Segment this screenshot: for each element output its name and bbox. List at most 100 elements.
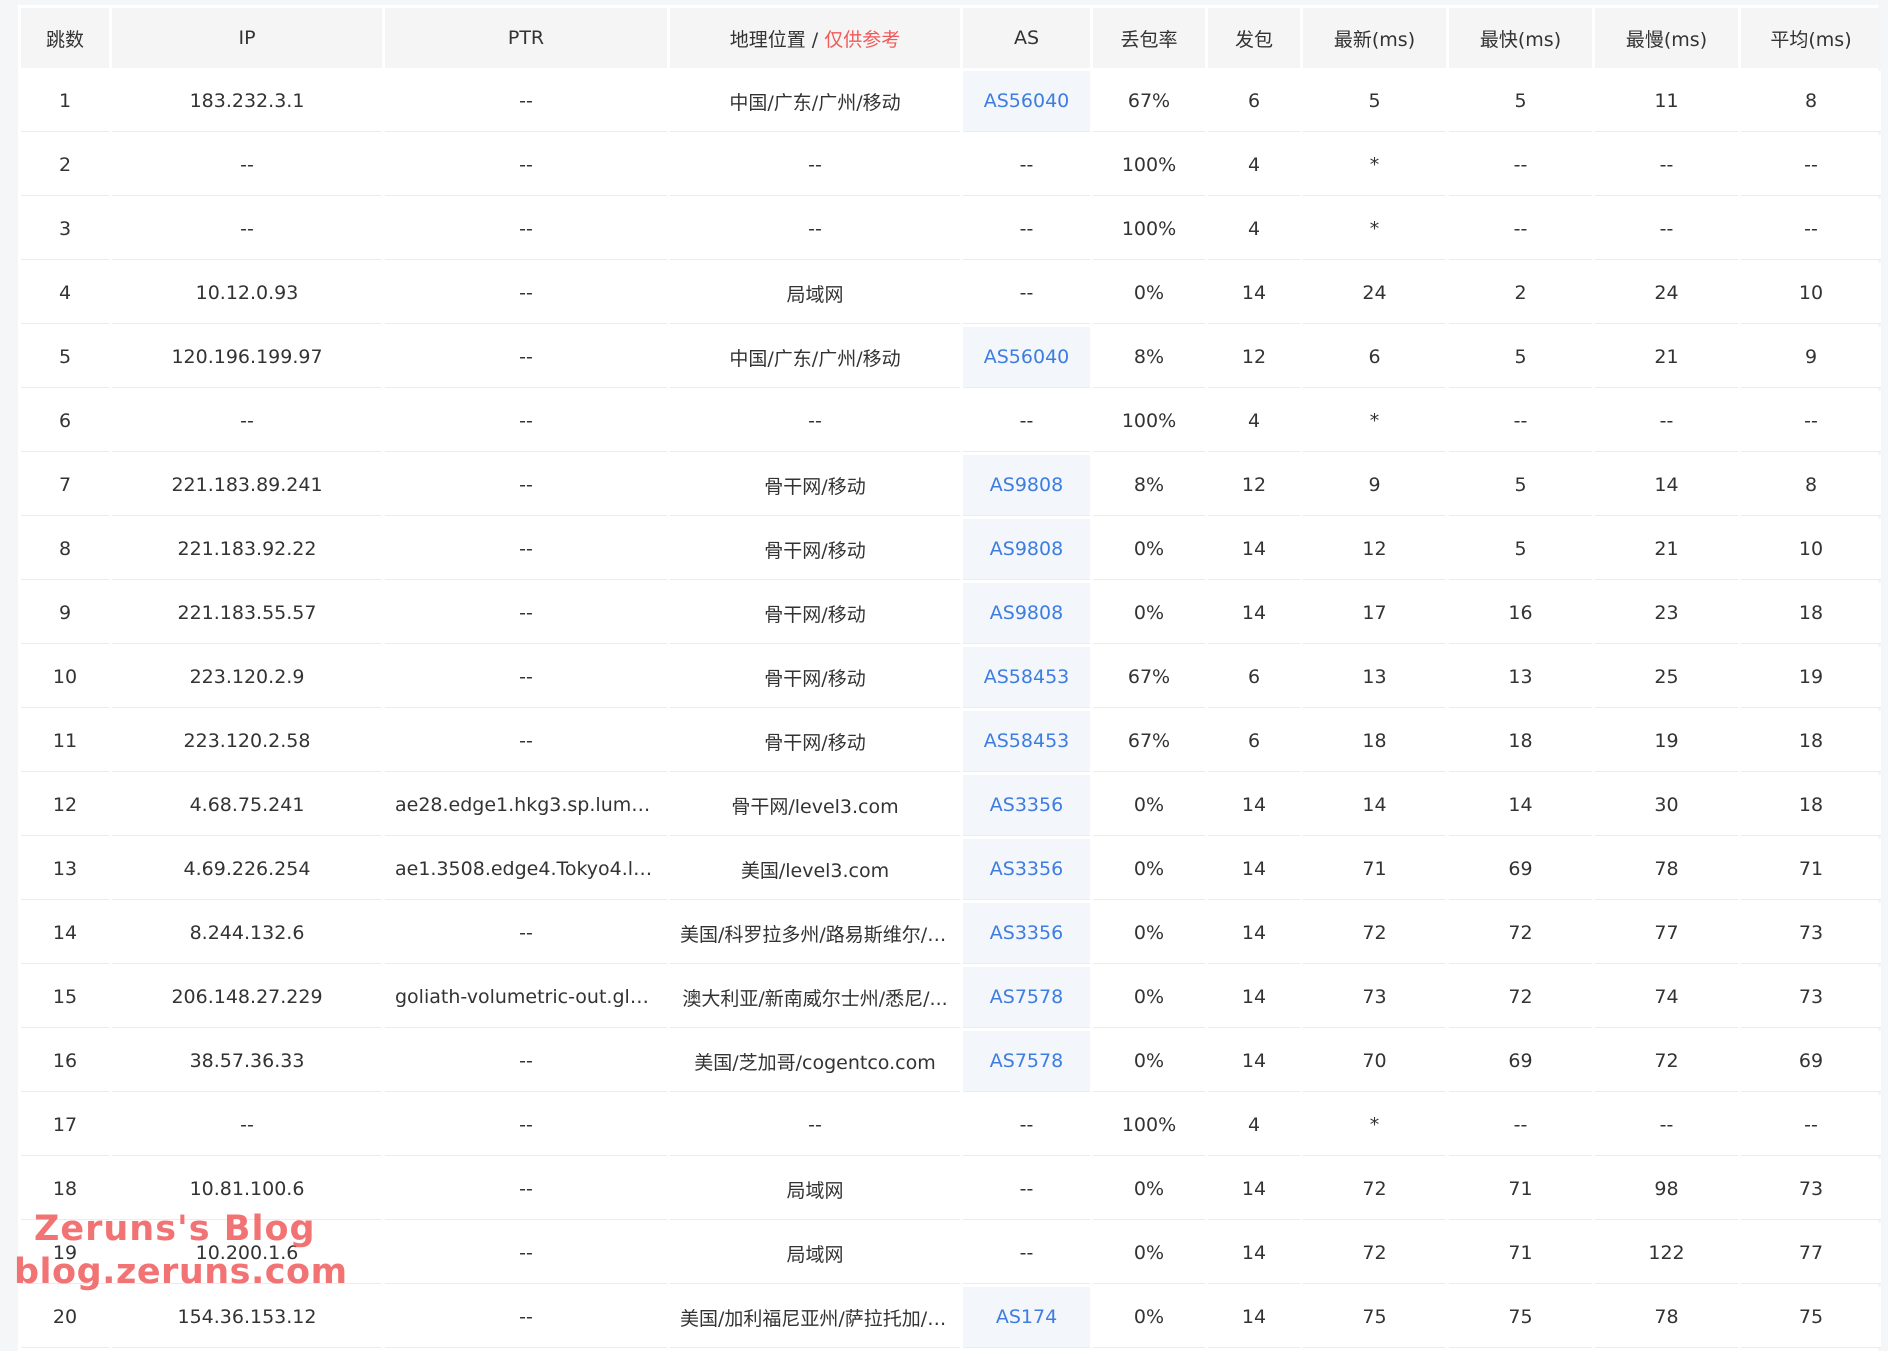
as-link[interactable]: AS56040 [984, 90, 1070, 112]
as-link[interactable]: AS3356 [990, 922, 1063, 944]
as-link[interactable]: AS58453 [984, 666, 1070, 688]
cell-sent: 14 [1208, 839, 1300, 900]
table-row: 18 10.81.100.6 -- 局域网 -- 0% 14 72 71 98 73 [21, 1159, 1881, 1220]
cell-avg: -- [1741, 1095, 1881, 1156]
cell-as: -- [963, 391, 1090, 452]
cell-hop: 8 [21, 519, 109, 580]
cell-hop: 20 [21, 1287, 109, 1348]
cell-best: 72 [1449, 903, 1592, 964]
cell-hop: 6 [21, 391, 109, 452]
cell-worst: 77 [1595, 903, 1738, 964]
cell-ptr: -- [385, 1223, 667, 1284]
cell-ip: 221.183.89.241 [112, 455, 382, 516]
cell-ptr: -- [385, 711, 667, 772]
cell-hop: 18 [21, 1159, 109, 1220]
cell-loss: 100% [1093, 391, 1205, 452]
cell-geo: 骨干网/移动 [670, 647, 960, 708]
col-header-loss[interactable]: 丢包率 [1093, 8, 1205, 68]
cell-avg: 71 [1741, 839, 1881, 900]
cell-avg: 10 [1741, 519, 1881, 580]
col-header-hop[interactable]: 跳数 [21, 8, 109, 68]
as-link[interactable]: AS7578 [990, 986, 1063, 1008]
as-link[interactable]: AS56040 [984, 346, 1070, 368]
cell-ip: -- [112, 1095, 382, 1156]
cell-sent: 4 [1208, 391, 1300, 452]
as-link[interactable]: AS9808 [990, 538, 1063, 560]
cell-loss: 0% [1093, 903, 1205, 964]
cell-avg: 18 [1741, 711, 1881, 772]
as-link[interactable]: AS3356 [990, 794, 1063, 816]
cell-best: 14 [1449, 775, 1592, 836]
cell-as: -- [963, 1095, 1090, 1156]
table-row: 4 10.12.0.93 -- 局域网 -- 0% 14 24 2 24 10 [21, 263, 1881, 324]
cell-avg: 77 [1741, 1223, 1881, 1284]
cell-ptr: goliath-volumetric-out.glob... [385, 967, 667, 1028]
cell-geo: -- [670, 391, 960, 452]
cell-as: -- [963, 1159, 1090, 1220]
as-link[interactable]: AS174 [996, 1306, 1057, 1328]
cell-loss: 0% [1093, 775, 1205, 836]
cell-geo: 美国/加利福尼亚州/萨拉托加/c... [670, 1287, 960, 1348]
cell-worst: 30 [1595, 775, 1738, 836]
cell-geo: -- [670, 199, 960, 260]
cell-loss: 8% [1093, 327, 1205, 388]
cell-ip: -- [112, 199, 382, 260]
as-link[interactable]: AS9808 [990, 474, 1063, 496]
cell-worst: 23 [1595, 583, 1738, 644]
col-header-avg[interactable]: 平均(ms) [1741, 8, 1881, 68]
cell-last: 75 [1303, 1287, 1446, 1348]
cell-ptr: -- [385, 71, 667, 132]
cell-ip: 38.57.36.33 [112, 1031, 382, 1092]
as-link[interactable]: AS7578 [990, 1050, 1063, 1072]
cell-last: 24 [1303, 263, 1446, 324]
cell-hop: 16 [21, 1031, 109, 1092]
col-header-ip[interactable]: IP [112, 8, 382, 68]
cell-worst: -- [1595, 199, 1738, 260]
as-link[interactable]: AS3356 [990, 858, 1063, 880]
cell-as: AS3356 [963, 903, 1090, 964]
cell-sent: 14 [1208, 583, 1300, 644]
col-header-sent[interactable]: 发包 [1208, 8, 1300, 68]
cell-best: 71 [1449, 1223, 1592, 1284]
cell-last: 72 [1303, 1223, 1446, 1284]
cell-last: 73 [1303, 967, 1446, 1028]
cell-best: 69 [1449, 839, 1592, 900]
cell-ip: 10.200.1.6 [112, 1223, 382, 1284]
cell-ptr: -- [385, 1159, 667, 1220]
cell-ip: 223.120.2.9 [112, 647, 382, 708]
cell-best: 75 [1449, 1287, 1592, 1348]
cell-ptr: -- [385, 519, 667, 580]
cell-ip: 4.68.75.241 [112, 775, 382, 836]
cell-worst: 78 [1595, 1287, 1738, 1348]
cell-sent: 14 [1208, 775, 1300, 836]
cell-best: 13 [1449, 647, 1592, 708]
cell-hop: 2 [21, 135, 109, 196]
cell-last: 72 [1303, 1159, 1446, 1220]
col-header-best[interactable]: 最快(ms) [1449, 8, 1592, 68]
cell-last: * [1303, 135, 1446, 196]
traceroute-panel: 跳数 IP PTR 地理位置 / 仅供参考 AS 丢包率 发包 最新(ms) 最… [18, 5, 1881, 1351]
cell-avg: 73 [1741, 1159, 1881, 1220]
col-header-as[interactable]: AS [963, 8, 1090, 68]
table-row: 7 221.183.89.241 -- 骨干网/移动 AS9808 8% 12 9 5 14 8 [21, 455, 1881, 516]
col-header-ptr[interactable]: PTR [385, 8, 667, 68]
col-header-geo[interactable]: 地理位置 / 仅供参考 [670, 8, 960, 68]
cell-avg: 69 [1741, 1031, 1881, 1092]
as-link[interactable]: AS9808 [990, 602, 1063, 624]
col-header-last[interactable]: 最新(ms) [1303, 8, 1446, 68]
cell-ip: 206.148.27.229 [112, 967, 382, 1028]
cell-as: AS56040 [963, 327, 1090, 388]
cell-as: -- [963, 263, 1090, 324]
cell-as: AS7578 [963, 1031, 1090, 1092]
as-link[interactable]: AS58453 [984, 730, 1070, 752]
cell-avg: 8 [1741, 455, 1881, 516]
cell-hop: 4 [21, 263, 109, 324]
cell-as: AS9808 [963, 455, 1090, 516]
cell-last: * [1303, 1095, 1446, 1156]
cell-last: 18 [1303, 711, 1446, 772]
cell-geo: 美国/科罗拉多州/路易斯维尔/l... [670, 903, 960, 964]
col-header-worst[interactable]: 最慢(ms) [1595, 8, 1738, 68]
cell-worst: 78 [1595, 839, 1738, 900]
cell-worst: 21 [1595, 327, 1738, 388]
cell-as: AS9808 [963, 583, 1090, 644]
